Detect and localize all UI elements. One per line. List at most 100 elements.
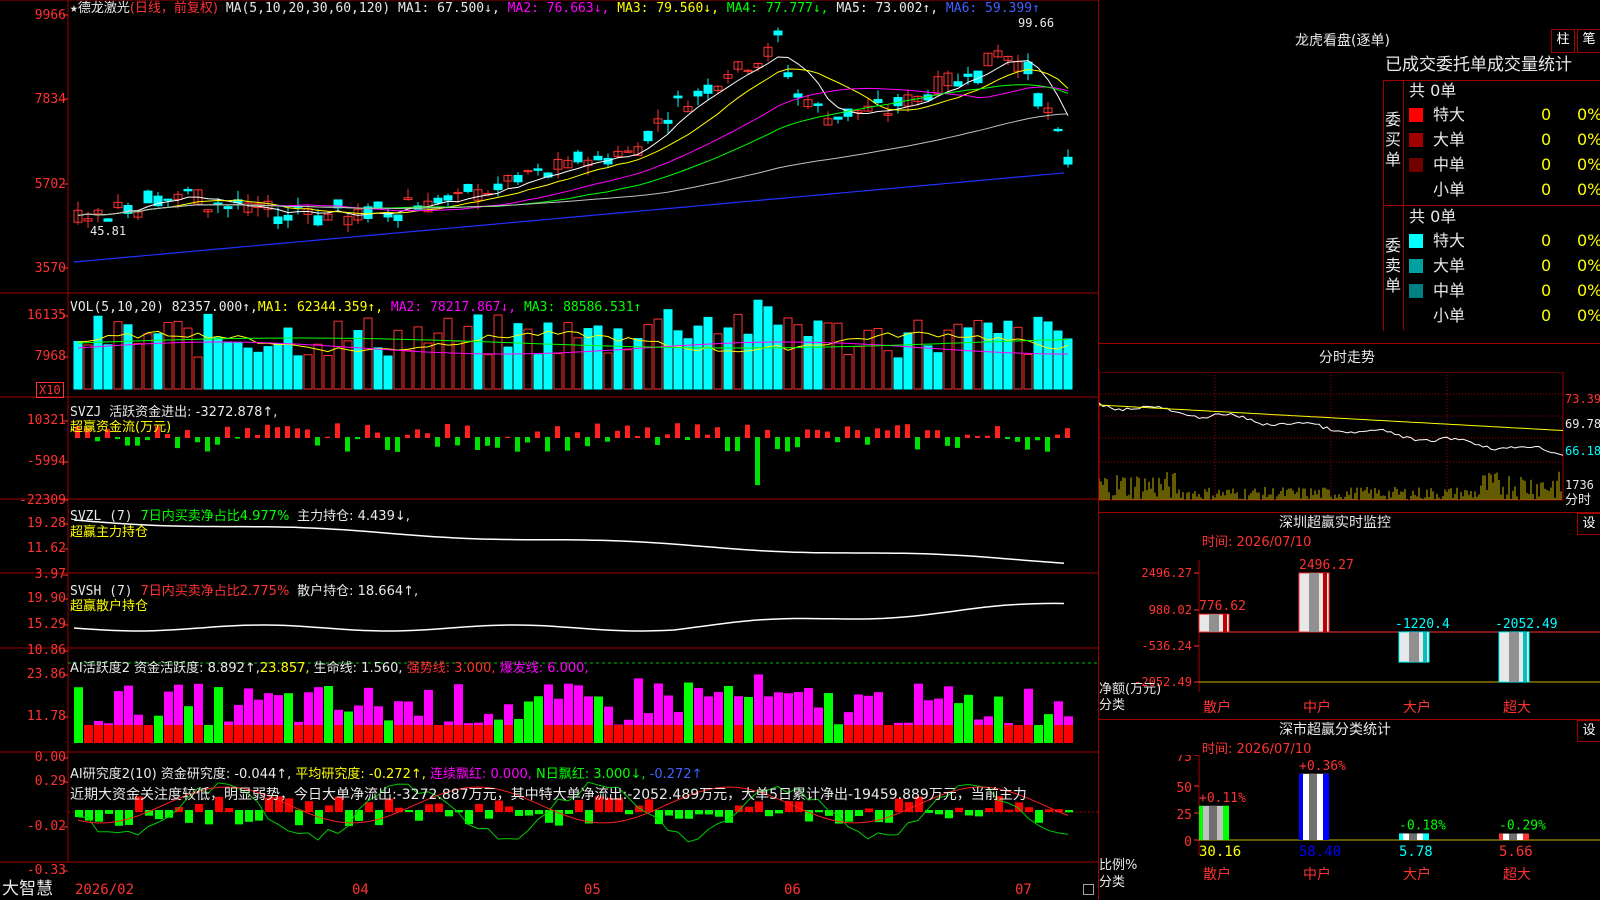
flow-bar: [985, 435, 990, 438]
candle-body: [643, 130, 653, 142]
candle-body: [593, 155, 603, 161]
volume-bar: [513, 323, 523, 390]
activity-base: [474, 725, 483, 743]
x-tick: 07: [1015, 882, 1032, 898]
research-bar: [155, 810, 163, 820]
activity-base: [1034, 725, 1043, 743]
svzl-title: SVZL (7): [70, 509, 133, 524]
volume-bar: [343, 340, 353, 390]
research-bar: [415, 810, 423, 821]
y-tick: 11.62: [26, 541, 66, 556]
bar-mode-button[interactable]: 柱: [1551, 29, 1575, 53]
volume-bar: [83, 344, 93, 390]
research-bar: [475, 804, 483, 812]
flow-bar: [785, 437, 790, 452]
intraday-chart[interactable]: [1099, 372, 1600, 512]
candle-body: [793, 93, 803, 98]
volume-bar: [983, 322, 993, 390]
main-chart-area[interactable]: ★德龙激光(日线，前复权) MA(5,10,20,30,60,120) MA1:…: [0, 0, 1098, 900]
tick-mode-button[interactable]: 笔: [1577, 29, 1600, 53]
activity-base: [684, 725, 693, 743]
x-tick: 2026/02: [75, 882, 135, 898]
activity-base: [894, 725, 903, 743]
class-bar-shade: [1209, 805, 1217, 840]
vol-ma2: MA2: 78217.867↓,: [390, 300, 517, 315]
sz-monitor-y-label: 净额(万元): [1099, 682, 1162, 697]
volume-bar: [803, 335, 813, 390]
volume-bar: [263, 346, 273, 390]
activity-base: [974, 725, 983, 743]
order-color-swatch: [1409, 284, 1423, 298]
y-tick: 10.86: [26, 643, 66, 658]
flow-bar: [435, 437, 440, 447]
research-bar: [975, 810, 983, 817]
research-bar: [1035, 810, 1043, 823]
lock-icon[interactable]: [1083, 884, 1094, 895]
volume-bar: [383, 355, 393, 390]
ai-active-title: AI活跃度2: [70, 661, 130, 676]
volume-bar: [403, 349, 413, 390]
class-bar-edge: [1223, 805, 1229, 840]
activity-base: [174, 725, 183, 743]
class-pct-label: 30.16: [1199, 844, 1241, 860]
class-bar-edge: [1523, 833, 1529, 840]
ma-params: MA(5,10,20,30,60,120): [225, 1, 391, 16]
flow-bar: [915, 437, 920, 450]
sz-class-settings-button[interactable]: 设: [1577, 720, 1600, 742]
ma1-value: MA1: 67.500↓,: [398, 1, 500, 16]
volume-bar: [243, 347, 253, 390]
research-bar: [695, 810, 703, 815]
class-pct-label: 58.40: [1299, 844, 1341, 860]
ai-research-title: AI研究度2(10): [70, 767, 157, 782]
flow-bar: [365, 425, 370, 438]
flow-bar: [575, 432, 580, 438]
volume-bar: [913, 319, 923, 390]
y-tick: 19.28: [26, 516, 66, 531]
favorite-star-icon[interactable]: ★: [70, 1, 78, 16]
ai-research-label3: 连续飘红: 0.000,: [430, 767, 532, 782]
svzj-title: SVZJ: [70, 405, 102, 420]
activity-base: [304, 725, 313, 743]
activity-base: [134, 725, 143, 743]
activity-base: [994, 725, 1003, 743]
activity-base: [1014, 725, 1023, 743]
ai-active-header: AI活跃度2 资金活跃度: 8.892↑,23.857, 生命线: 1.560,…: [70, 661, 589, 677]
flow-bar: [885, 430, 890, 438]
kline-chart-svg[interactable]: [0, 0, 1098, 900]
sz-monitor-settings-button[interactable]: 设: [1577, 513, 1600, 535]
activity-base: [814, 725, 823, 743]
activity-base: [714, 725, 723, 743]
activity-base: [144, 725, 153, 743]
candle-body: [573, 151, 583, 163]
activity-base: [364, 725, 373, 743]
volume-bar: [633, 338, 643, 390]
sell-orders-label: 委卖单: [1385, 236, 1402, 295]
activity-base: [844, 725, 853, 743]
activity-base: [984, 725, 993, 743]
y-tick: 23.86: [26, 667, 66, 682]
order-size-label: 大单: [1433, 256, 1466, 275]
research-bar: [955, 807, 963, 812]
class-bar-edge: [1199, 805, 1203, 840]
research-bar: [365, 802, 373, 812]
chart-mode[interactable]: (日线，前复权): [130, 1, 218, 16]
flow-bar: [775, 437, 780, 450]
volume-bar: [503, 346, 513, 390]
ai-research-label2: 平均研究度: -0.272↑,: [295, 767, 426, 782]
volume-bar: [473, 314, 483, 390]
volume-bar: [213, 337, 223, 390]
order-color-swatch: [1409, 133, 1423, 147]
monitor-category-label: 大户: [1403, 699, 1431, 716]
monitor-bar-edge: [1223, 614, 1227, 632]
activity-base: [914, 725, 923, 743]
research-bar: [395, 807, 403, 812]
activity-base: [574, 725, 583, 743]
volume-bar: [853, 346, 863, 390]
flow-bar: [545, 437, 550, 452]
volume-bar: [113, 321, 123, 390]
candle-body: [493, 183, 503, 191]
order-size-label: 小单: [1433, 306, 1466, 325]
activity-base: [834, 725, 843, 743]
research-bar: [845, 810, 853, 822]
flow-bar: [655, 437, 660, 445]
